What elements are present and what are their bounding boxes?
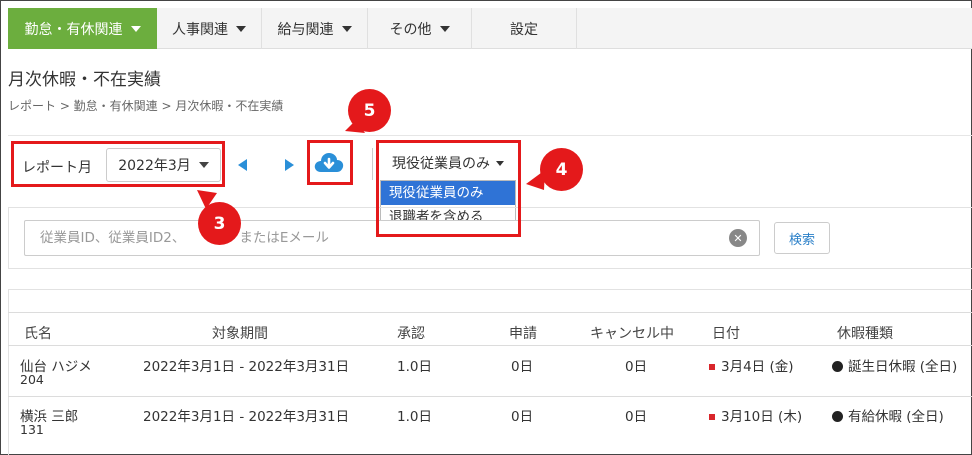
annotation-pointers (197, 120, 545, 209)
annotation-badge-3: 3 (198, 202, 241, 245)
annotation-badge-4: 4 (540, 148, 583, 191)
annotation-badge-5: 5 (348, 89, 391, 132)
